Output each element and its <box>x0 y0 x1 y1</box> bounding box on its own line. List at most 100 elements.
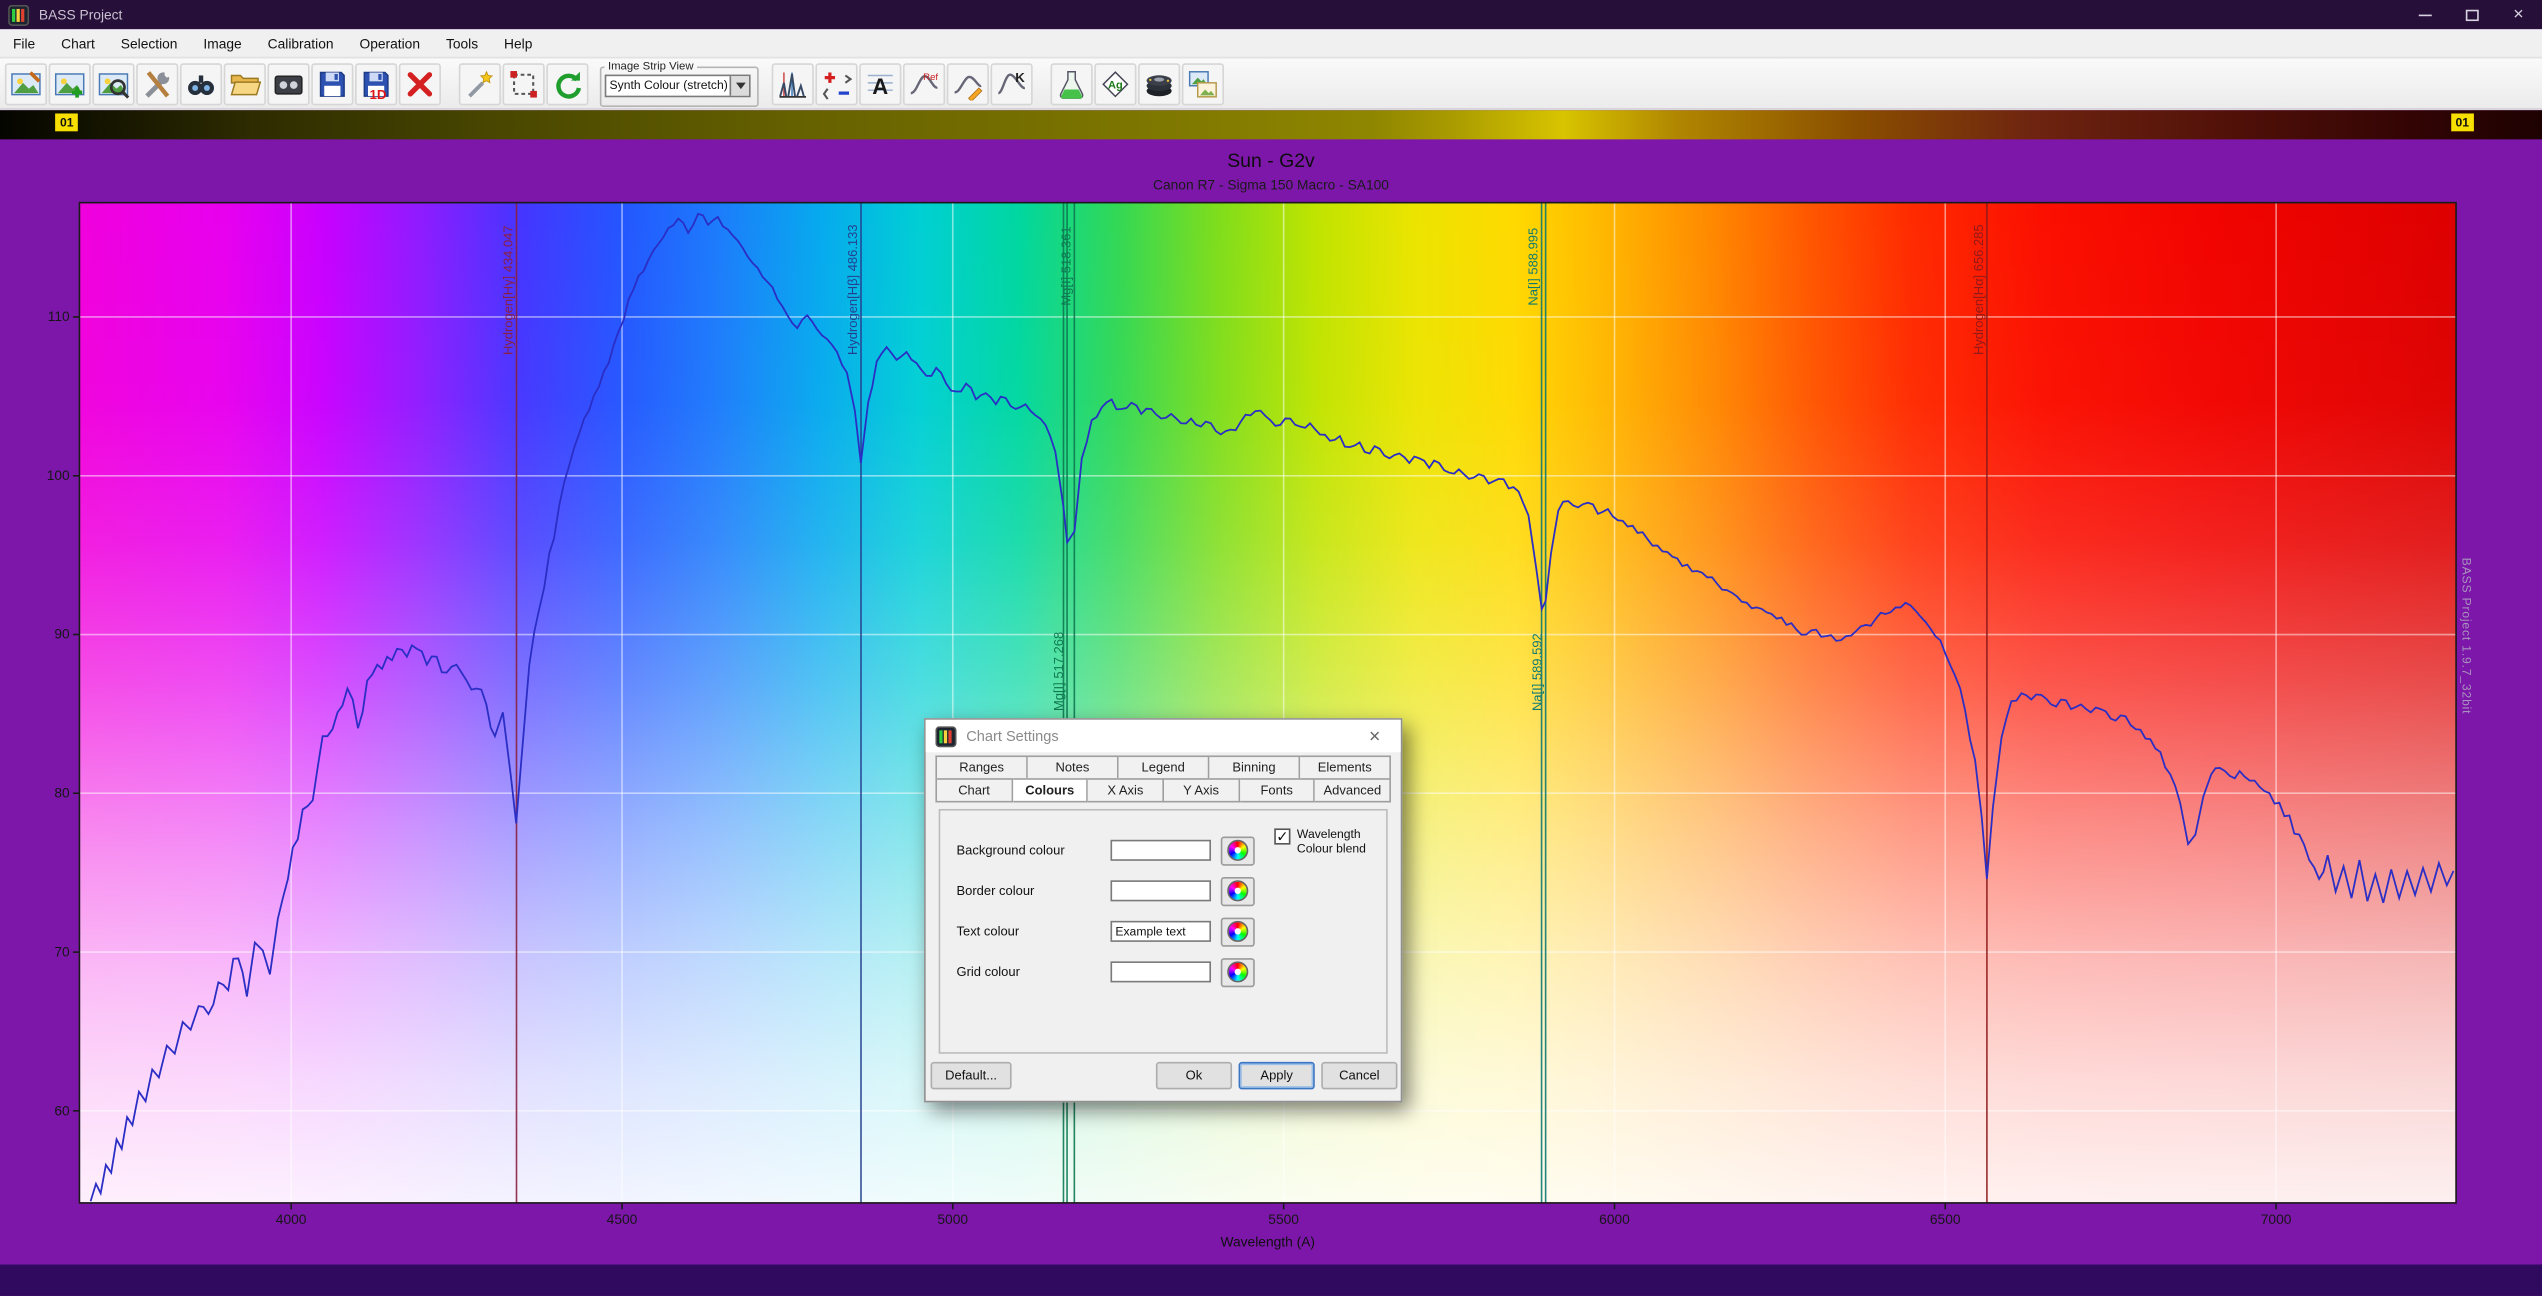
strip-view-selected-value: Synth Colour (stretch) <box>610 78 728 93</box>
close-icon: × <box>2513 6 2523 24</box>
y-tick-label: 110 <box>11 308 69 324</box>
ok-button[interactable]: Ok <box>1156 1062 1232 1090</box>
selection-region-button[interactable] <box>503 62 545 104</box>
x-tick-label: 6500 <box>1913 1211 1978 1227</box>
tools-button[interactable] <box>136 62 178 104</box>
delete-button[interactable] <box>399 62 441 104</box>
cancel-button[interactable]: Cancel <box>1321 1062 1397 1090</box>
tab-x-axis[interactable]: X Axis <box>1088 778 1164 802</box>
close-button[interactable]: × <box>2495 0 2542 29</box>
save-button[interactable] <box>311 62 353 104</box>
border-colour-input[interactable] <box>1111 880 1212 901</box>
tab-elements[interactable]: Elements <box>1300 755 1391 778</box>
combobox-arrow-icon[interactable] <box>730 75 749 94</box>
chart-settings-dialog: Chart Settings × RangesNotesLegendBinnin… <box>924 718 1402 1102</box>
export-image-button[interactable] <box>1182 62 1224 104</box>
x-tick-label: 6000 <box>1582 1211 1647 1227</box>
magic-wand-button[interactable] <box>459 62 501 104</box>
text-colour-picker-button[interactable] <box>1221 917 1255 946</box>
calibrate-lines-button[interactable] <box>772 62 814 104</box>
element-lines-icon: Ag <box>1099 67 1131 99</box>
dialog-tabs-row1: RangesNotesLegendBinningElements <box>935 755 1391 778</box>
wavelength-colour-blend-checkbox[interactable]: ✓ Wavelength Colour blend <box>1274 827 1381 856</box>
menu-chart[interactable]: Chart <box>48 29 108 57</box>
border-colour-picker-button[interactable] <box>1221 876 1255 905</box>
strip-tag-right: 01 <box>2451 113 2474 131</box>
spectral-line-label: Hydrogen[Hγ] 434.047 <box>500 225 515 355</box>
menu-operation[interactable]: Operation <box>346 29 432 57</box>
maximize-button[interactable] <box>2448 0 2495 29</box>
background-colour-picker-button[interactable] <box>1221 836 1255 865</box>
refresh-button[interactable] <box>546 62 588 104</box>
border-colour-row: Border colour <box>940 871 1386 912</box>
edit-image-button[interactable] <box>5 62 47 104</box>
title-bar: BASS Project × <box>0 0 2542 29</box>
tools-icon <box>141 67 173 99</box>
grid-colour-label: Grid colour <box>956 965 1110 980</box>
chemical-flask-button[interactable] <box>1051 62 1093 104</box>
colour-wheel-icon <box>1227 840 1248 861</box>
tab-fonts[interactable]: Fonts <box>1240 778 1316 802</box>
spectral-library-icon <box>1143 67 1175 99</box>
save-icon <box>316 67 348 99</box>
menu-tools[interactable]: Tools <box>433 29 491 57</box>
search-binoculars-button[interactable] <box>180 62 222 104</box>
camera-film-icon <box>272 67 304 99</box>
grid-colour-input[interactable] <box>1111 961 1212 982</box>
bottom-bar <box>0 1265 2542 1296</box>
element-lines-button[interactable]: Ag <box>1094 62 1136 104</box>
math-operations-icon <box>820 67 852 99</box>
background-colour-input[interactable] <box>1111 840 1212 861</box>
tab-chart[interactable]: Chart <box>935 778 1012 802</box>
svg-text:Ref: Ref <box>923 71 938 82</box>
text-colour-input[interactable] <box>1111 921 1212 942</box>
apply-button[interactable]: Apply <box>1239 1062 1315 1090</box>
tab-colours[interactable]: Colours <box>1013 778 1089 802</box>
add-image-button[interactable] <box>49 62 91 104</box>
response-curve-button[interactable] <box>947 62 989 104</box>
tab-advanced[interactable]: Advanced <box>1315 778 1391 802</box>
tab-notes[interactable]: Notes <box>1028 755 1119 778</box>
planck-curve-button[interactable]: K <box>991 62 1033 104</box>
tab-y-axis[interactable]: Y Axis <box>1164 778 1240 802</box>
minimize-button[interactable] <box>2401 0 2448 29</box>
x-tick-label: 4000 <box>259 1211 324 1227</box>
menu-image[interactable]: Image <box>190 29 254 57</box>
grid-colour-picker-button[interactable] <box>1221 957 1255 986</box>
svg-text:Ag: Ag <box>1108 79 1123 91</box>
x-tick-label: 4500 <box>590 1211 655 1227</box>
strip-tag-left: 01 <box>55 113 78 131</box>
menu-selection[interactable]: Selection <box>108 29 191 57</box>
camera-film-button[interactable] <box>267 62 309 104</box>
dialog-title-bar[interactable]: Chart Settings × <box>926 720 1401 752</box>
magic-wand-icon <box>464 67 496 99</box>
svg-text:1D: 1D <box>369 86 386 99</box>
math-operations-button[interactable] <box>815 62 857 104</box>
annotations-icon: A <box>864 67 896 99</box>
maximize-icon <box>2465 9 2478 20</box>
tab-binning[interactable]: Binning <box>1209 755 1300 778</box>
bass-project-window: BASS Project × FileChartSelectionImageCa… <box>0 0 2542 1296</box>
dialog-close-button[interactable]: × <box>1355 723 1394 749</box>
zoom-image-button[interactable] <box>92 62 134 104</box>
default-button[interactable]: Default... <box>931 1062 1012 1090</box>
search-binoculars-icon <box>185 67 217 99</box>
colour-wheel-icon <box>1227 961 1248 982</box>
spectral-line-label: Mg[I] 517.268 <box>1051 632 1066 711</box>
menu-help[interactable]: Help <box>491 29 545 57</box>
spectral-library-button[interactable] <box>1138 62 1180 104</box>
tab-legend[interactable]: Legend <box>1119 755 1210 778</box>
menu-calibration[interactable]: Calibration <box>255 29 347 57</box>
annotations-button[interactable]: A <box>859 62 901 104</box>
save-1d-profile-button[interactable]: 1D <box>355 62 397 104</box>
open-folder-button[interactable] <box>224 62 266 104</box>
svg-text:K: K <box>1015 69 1025 84</box>
strip-view-combobox[interactable]: Synth Colour (stretch) <box>605 74 751 97</box>
chart-region: Sun - G2v Canon R7 - Sigma 150 Macro - S… <box>0 139 2542 1264</box>
colour-wheel-icon <box>1227 921 1248 942</box>
menu-file[interactable]: File <box>0 29 48 57</box>
tab-ranges[interactable]: Ranges <box>935 755 1027 778</box>
image-strip-view: 01 01 <box>0 110 2542 139</box>
x-tick-label: 7000 <box>2244 1211 2309 1227</box>
reference-library-button[interactable]: Ref <box>903 62 945 104</box>
